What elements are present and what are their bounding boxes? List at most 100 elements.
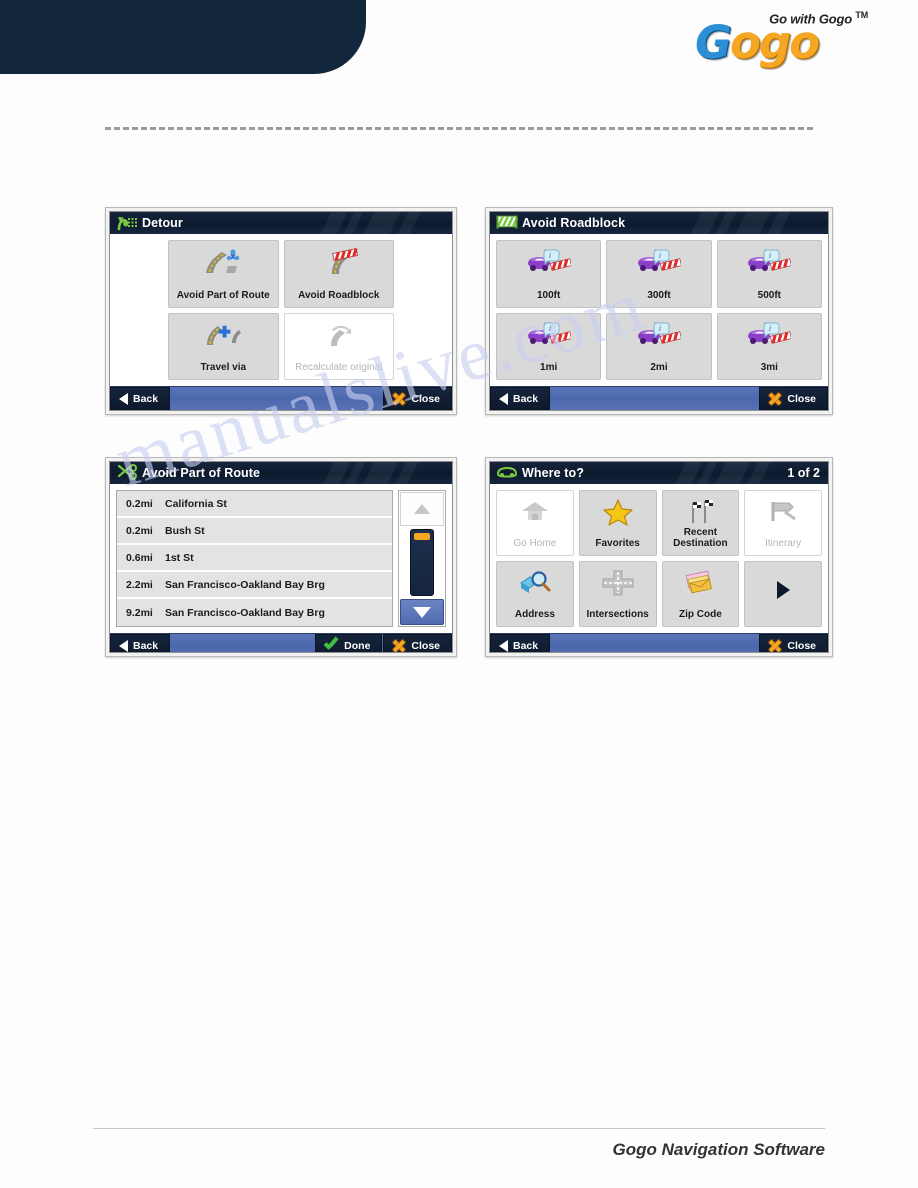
avoid-part-of-route-done-button[interactable]: Done xyxy=(315,634,383,652)
avoid-roadblock-tile-1mi[interactable]: i 1mi xyxy=(496,312,602,380)
where-to-tile-label: Recent Destination xyxy=(673,527,728,549)
detour-tile-label: Travel via xyxy=(200,362,247,373)
avoid-roadblock-close-label: Close xyxy=(787,392,816,405)
where-to-tile-zip-code[interactable]: Zip Code xyxy=(661,561,740,627)
checkered-flags-icon xyxy=(678,497,722,527)
scroll-down-button[interactable] xyxy=(400,599,444,625)
detour-dialog: Detour Avoid Part of Route Avoid Roadblo… xyxy=(105,207,457,415)
row-street-name: San Francisco-Oakland Bay Brg xyxy=(165,578,325,591)
where-to-tile-recent-destination[interactable]: Recent Destination xyxy=(661,490,740,556)
svg-text:i: i xyxy=(659,251,661,260)
car-barrier-info-icon: i xyxy=(527,247,571,277)
avoid-roadblock-tile-label: 300ft xyxy=(647,289,671,301)
gogo-logo: Go with Gogo TM Gogo xyxy=(695,4,870,66)
avoid-roadblock-tile-100ft[interactable]: i 100ft xyxy=(496,240,602,308)
avoid-roadblock-back-label: Back xyxy=(513,392,539,405)
road-barrier-icon xyxy=(317,247,361,277)
avoid-part-of-route-close-button[interactable]: Close xyxy=(383,634,452,653)
where-to-tile-label: Intersections xyxy=(586,609,649,620)
check-icon xyxy=(324,639,339,652)
avoid-roadblock-close-button[interactable]: Close xyxy=(759,387,828,410)
where-to-tile-go-home: Go Home xyxy=(496,490,574,556)
back-arrow-icon xyxy=(499,639,508,652)
table-row[interactable]: 0.2mi California St xyxy=(117,491,392,518)
where-to-next-page-button[interactable] xyxy=(744,561,822,627)
avoid-part-of-route-back-button[interactable]: Back xyxy=(110,634,171,652)
detour-screen: Avoid Part of Route Avoid Roadblock Trav… xyxy=(110,234,452,386)
avoid-roadblock-dialog-inner: Avoid Roadblock i 100ft i 300ft i 500ft … xyxy=(489,211,829,411)
avoid-roadblock-dialog: Avoid Roadblock i 100ft i 300ft i 500ft … xyxy=(485,207,833,415)
avoid-part-of-route-back-label: Back xyxy=(133,639,159,652)
row-distance: 0.6mi xyxy=(126,551,153,564)
table-row[interactable]: 2.2mi San Francisco-Oakland Bay Brg xyxy=(117,572,392,599)
detour-arrow-icon xyxy=(116,214,138,232)
crossroad-icon xyxy=(596,568,640,598)
where-to-tile-intersections[interactable]: Intersections xyxy=(578,561,657,627)
detour-toolbar: Back Close xyxy=(110,386,452,410)
scrollbar-track[interactable] xyxy=(400,526,444,599)
close-x-icon xyxy=(392,639,406,653)
detour-back-button[interactable]: Back xyxy=(110,387,171,410)
avoid-roadblock-titlebar: Avoid Roadblock xyxy=(490,212,828,234)
where-to-tile-address[interactable]: Address xyxy=(496,561,574,627)
where-to-screen: Go Home Favorites Recent Destination Iti… xyxy=(490,484,828,633)
footer-branding: Gogo Navigation Software xyxy=(612,1140,825,1159)
where-to-back-button[interactable]: Back xyxy=(490,634,551,652)
where-to-tile-grid: Go Home Favorites Recent Destination Iti… xyxy=(496,490,822,627)
avoid-roadblock-tile-2mi[interactable]: i 2mi xyxy=(606,312,712,380)
row-distance: 0.2mi xyxy=(126,497,153,510)
table-row[interactable]: 9.2mi San Francisco-Oakland Bay Brg xyxy=(117,599,392,626)
scroll-up-button[interactable] xyxy=(400,492,444,526)
where-to-tile-favorites[interactable]: Favorites xyxy=(578,490,657,556)
detour-dialog-inner: Detour Avoid Part of Route Avoid Roadblo… xyxy=(109,211,453,411)
route-segment-list[interactable]: 0.2mi California St 0.2mi Bush St 0.6mi … xyxy=(116,490,393,627)
trademark-symbol: TM xyxy=(855,10,868,20)
where-to-toolbar: Back Close xyxy=(490,633,828,652)
home-icon xyxy=(513,497,557,527)
close-x-icon xyxy=(392,392,406,406)
table-row[interactable]: 0.6mi 1st St xyxy=(117,545,392,572)
next-page-arrow-icon xyxy=(761,575,805,605)
back-arrow-icon xyxy=(119,392,128,405)
avoid-roadblock-tile-grid: i 100ft i 300ft i 500ft i 1mi i 2mi i 3m… xyxy=(496,240,822,380)
detour-tile-avoid-roadblock[interactable]: Avoid Roadblock xyxy=(283,240,394,308)
header-dashed-divider xyxy=(105,127,813,130)
row-street-name: San Francisco-Oakland Bay Brg xyxy=(165,606,325,619)
car-barrier-info-icon: i xyxy=(637,320,681,350)
avoid-roadblock-title: Avoid Roadblock xyxy=(522,216,626,230)
car-barrier-info-icon: i xyxy=(637,247,681,277)
detour-tile-travel-via[interactable]: Travel via xyxy=(168,312,279,380)
avoid-part-of-route-title: Avoid Part of Route xyxy=(142,466,261,480)
detour-tile-label: Recalculate original xyxy=(295,362,383,373)
logo-letter-g2: g xyxy=(758,16,791,69)
avoid-part-of-route-dialog-inner: Avoid Part of Route 0.2mi California St … xyxy=(109,461,453,653)
scrollbar-thumb[interactable] xyxy=(410,529,434,596)
where-to-back-label: Back xyxy=(513,639,539,652)
detour-tile-avoid-part-of-route[interactable]: Avoid Part of Route xyxy=(168,240,279,308)
avoid-roadblock-tile-3mi[interactable]: i 3mi xyxy=(716,312,822,380)
svg-text:i: i xyxy=(769,324,771,333)
row-street-name: California St xyxy=(165,497,227,510)
avoid-roadblock-tile-500ft[interactable]: i 500ft xyxy=(716,240,822,308)
avoid-roadblock-back-button[interactable]: Back xyxy=(490,387,551,410)
where-to-close-button[interactable]: Close xyxy=(759,634,828,652)
svg-text:i: i xyxy=(659,324,661,333)
green-car-icon xyxy=(496,464,518,482)
avoid-roadblock-tile-label: 3mi xyxy=(760,362,778,373)
detour-close-button[interactable]: Close xyxy=(383,387,452,410)
avoid-roadblock-toolbar: Back Close xyxy=(490,386,828,410)
avoid-part-of-route-toolbar: Back Done Close xyxy=(110,633,452,653)
logo-letter-g1: G xyxy=(695,16,732,69)
green-barrier-icon xyxy=(496,214,519,232)
where-to-close-label: Close xyxy=(787,639,816,652)
avoid-part-of-route-dialog: Avoid Part of Route 0.2mi California St … xyxy=(105,457,457,657)
list-scrollbar[interactable] xyxy=(398,490,446,627)
row-distance: 0.2mi xyxy=(126,524,153,537)
detour-tile-grid: Avoid Part of Route Avoid Roadblock Trav… xyxy=(116,240,446,380)
avoid-roadblock-tile-300ft[interactable]: i 300ft xyxy=(606,240,712,308)
table-row[interactable]: 0.2mi Bush St xyxy=(117,518,392,545)
avoid-roadblock-tile-label: 500ft xyxy=(757,289,781,301)
where-to-tile-label: Zip Code xyxy=(678,609,722,620)
row-distance: 9.2mi xyxy=(126,606,153,619)
logo-letter-o1: o xyxy=(729,16,761,69)
